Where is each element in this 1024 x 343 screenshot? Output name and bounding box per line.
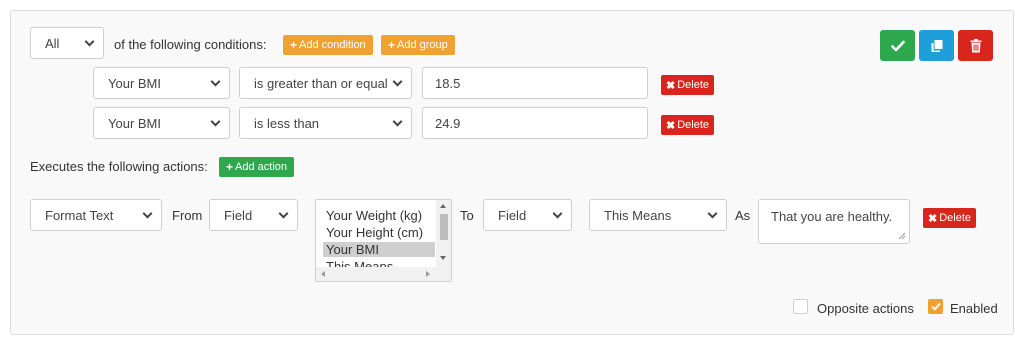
delete-action-label: Delete	[939, 212, 972, 224]
chevron-down-icon	[142, 208, 153, 219]
add-condition-button[interactable]: + Add condition	[283, 35, 373, 55]
opposite-actions-label: Opposite actions	[817, 301, 914, 316]
condition-value-input[interactable]: 24.9	[422, 107, 648, 139]
conditions-label: of the following conditions:	[114, 37, 267, 52]
scroll-down-icon[interactable]	[440, 256, 446, 260]
trash-icon	[970, 38, 981, 52]
from-source-select[interactable]: Field	[209, 199, 298, 231]
chevron-down-icon	[278, 208, 289, 219]
list-item-selected[interactable]: Your BMI	[323, 242, 435, 257]
condition-value-input[interactable]: 18.5	[422, 67, 648, 99]
plus-icon: +	[388, 38, 396, 52]
action-text-textarea[interactable]: That you are healthy.	[758, 199, 910, 244]
check-icon	[890, 40, 905, 51]
condition-field-select[interactable]: Your BMI	[93, 107, 230, 139]
enabled-checkbox[interactable]	[928, 299, 943, 314]
scroll-left-icon[interactable]	[321, 271, 325, 277]
conditional-logic-panel: All of the following conditions: + Add c…	[10, 10, 1014, 335]
duplicate-button[interactable]	[919, 30, 954, 61]
plus-icon: +	[226, 160, 234, 174]
target-field-select[interactable]: This Means	[589, 199, 727, 231]
action-text-value: That you are healthy.	[771, 209, 893, 224]
add-group-button[interactable]: + Add group	[381, 35, 455, 55]
save-button[interactable]	[880, 30, 915, 61]
to-target-value: Field	[498, 207, 527, 223]
chevron-down-icon	[84, 36, 95, 47]
source-field-listbox[interactable]: Your Weight (kg) Your Height (cm) Your B…	[315, 199, 452, 282]
enabled-label: Enabled	[950, 301, 998, 316]
condition-operator-select[interactable]: is greater than or equal	[239, 67, 412, 99]
opposite-actions-checkbox[interactable]	[793, 299, 808, 314]
horizontal-scrollbar[interactable]	[316, 267, 451, 281]
delete-action-button[interactable]: ✖ Delete	[923, 208, 977, 228]
delete-condition-button[interactable]: ✖ Delete	[661, 115, 715, 135]
condition-operator-value: is greater than or equal	[254, 75, 388, 91]
condition-field-value: Your BMI	[108, 75, 161, 91]
to-target-select[interactable]: Field	[483, 199, 572, 231]
condition-operator-value: is less than	[254, 115, 320, 131]
delete-condition-label: Delete	[677, 79, 710, 91]
match-type-value: All	[45, 35, 60, 51]
scroll-right-icon[interactable]	[426, 271, 430, 277]
copy-icon	[931, 39, 942, 52]
as-label: As	[735, 208, 751, 223]
chevron-down-icon	[392, 116, 403, 127]
condition-value-text: 24.9	[435, 115, 461, 131]
action-type-select[interactable]: Format Text	[30, 199, 162, 231]
list-item[interactable]: Your Height (cm)	[326, 225, 423, 240]
list-item[interactable]: Your Weight (kg)	[326, 208, 422, 223]
match-type-select[interactable]: All	[30, 27, 104, 59]
scrollbar-thumb[interactable]	[440, 214, 448, 240]
to-label: To	[460, 208, 474, 223]
add-action-label: Add action	[235, 161, 287, 173]
add-condition-label: Add condition	[299, 39, 366, 51]
scroll-up-icon[interactable]	[440, 204, 446, 208]
close-icon: ✖	[928, 212, 938, 225]
delete-condition-button[interactable]: ✖ Delete	[661, 75, 715, 95]
chevron-down-icon	[707, 208, 718, 219]
chevron-down-icon	[392, 76, 403, 87]
add-group-label: Add group	[397, 39, 448, 51]
add-action-button[interactable]: + Add action	[219, 157, 294, 177]
check-icon	[930, 302, 941, 311]
condition-field-select[interactable]: Your BMI	[93, 67, 230, 99]
close-icon: ✖	[666, 79, 676, 92]
chevron-down-icon	[210, 116, 221, 127]
close-icon: ✖	[666, 119, 676, 132]
plus-icon: +	[290, 38, 298, 52]
condition-field-value: Your BMI	[108, 115, 161, 131]
target-field-value: This Means	[604, 207, 672, 223]
from-label: From	[172, 208, 203, 223]
condition-operator-select[interactable]: is less than	[239, 107, 412, 139]
chevron-down-icon	[552, 208, 563, 219]
actions-label: Executes the following actions:	[30, 159, 208, 174]
vertical-scrollbar[interactable]	[436, 200, 451, 268]
delete-rule-button[interactable]	[958, 30, 993, 61]
chevron-down-icon	[210, 76, 221, 87]
condition-value-text: 18.5	[435, 75, 461, 91]
resize-handle-icon[interactable]	[898, 232, 906, 240]
delete-condition-label: Delete	[677, 119, 710, 131]
from-source-value: Field	[224, 207, 253, 223]
action-type-value: Format Text	[45, 207, 114, 223]
